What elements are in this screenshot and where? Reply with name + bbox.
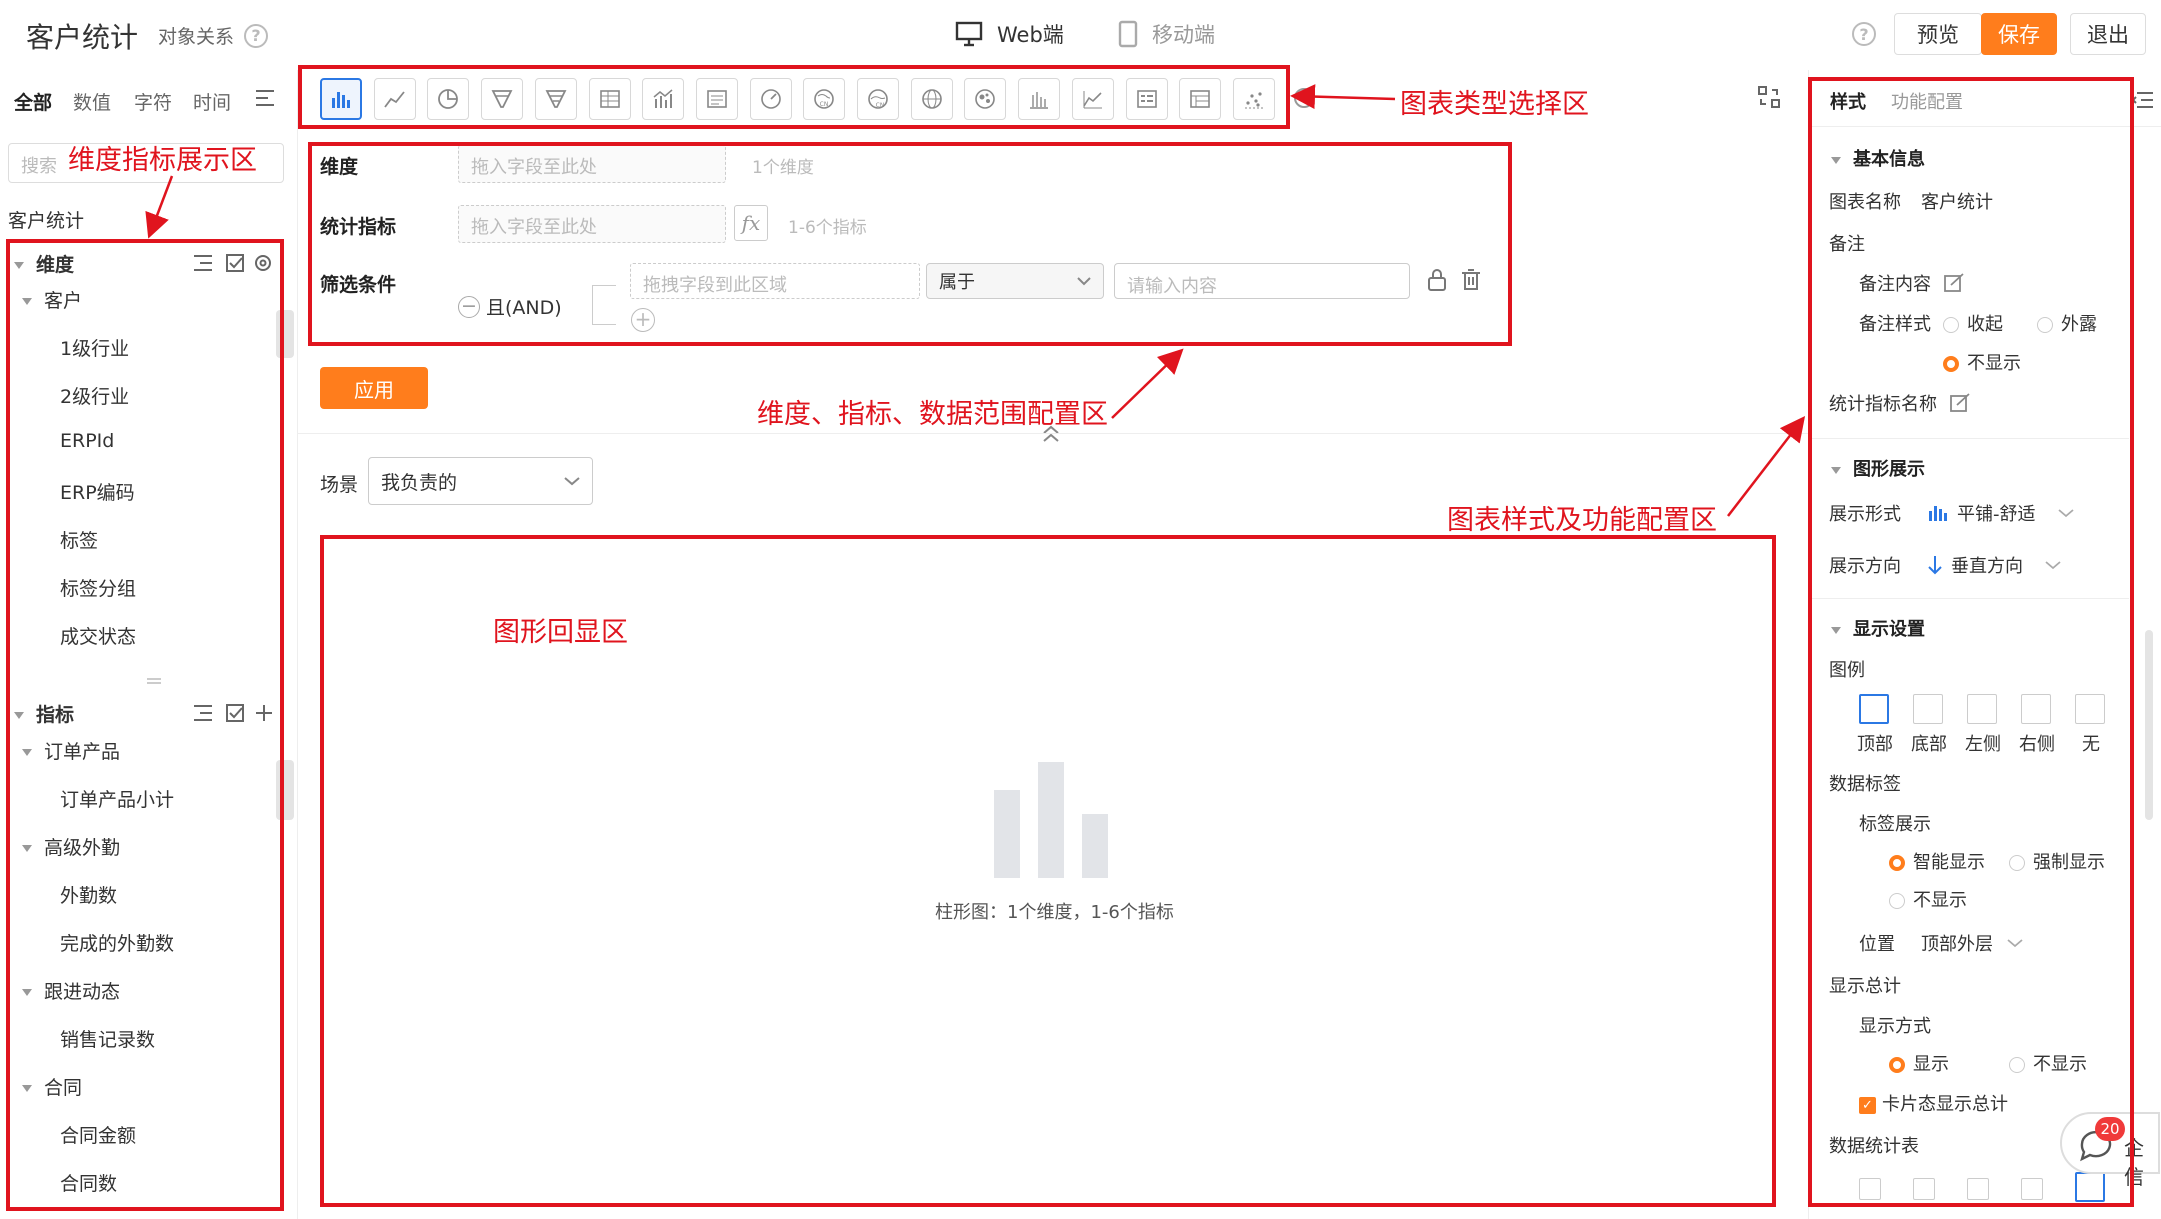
scene-select[interactable]: 我负责的 xyxy=(368,457,593,505)
exit-button[interactable]: 退出 xyxy=(2070,13,2146,55)
object-relation-link[interactable]: 对象关系 ? xyxy=(158,22,269,49)
annotation-chart-type: 图表类型选择区 xyxy=(1400,89,1589,120)
object-name: 客户统计 xyxy=(8,210,85,232)
top-bar: 客户统计 对象关系 ? Web端 移动端 ? 预览 保存 退出 xyxy=(0,0,2161,70)
annotation-box-fields xyxy=(6,239,284,1211)
divider xyxy=(298,433,1808,434)
annotation-display: 图形回显区 xyxy=(493,617,628,648)
chevron-down-icon xyxy=(564,477,580,486)
annotation-dim-metric: 维度指标展示区 xyxy=(68,145,257,176)
tab-string[interactable]: 字符 xyxy=(134,88,172,115)
annotation-style: 图表样式及功能配置区 xyxy=(1447,505,1717,536)
page-title: 客户统计 xyxy=(26,21,139,54)
tab-mobile[interactable]: 移动端 xyxy=(1118,19,1215,49)
annotation-box-chart-type xyxy=(298,65,1290,129)
help-icon[interactable]: ? xyxy=(244,23,269,48)
tab-web-label: Web端 xyxy=(997,23,1064,47)
preview-button[interactable]: 预览 xyxy=(1894,13,1982,55)
tab-number[interactable]: 数值 xyxy=(73,88,111,115)
apply-button[interactable]: 应用 xyxy=(320,367,428,409)
arrow-left-icon[interactable] xyxy=(1292,86,1320,110)
style-panel-scrollbar[interactable] xyxy=(2145,630,2153,820)
annotation-box-style xyxy=(1808,77,2134,1207)
collapse-panel-icon[interactable] xyxy=(2131,90,2155,110)
save-button[interactable]: 保存 xyxy=(1981,13,2057,55)
annotation-box-config xyxy=(308,142,1512,346)
annotation-config: 维度、指标、数据范围配置区 xyxy=(757,399,1108,430)
tab-web[interactable]: Web端 xyxy=(955,19,1064,49)
monitor-icon xyxy=(955,21,983,47)
scene-label: 场景 xyxy=(320,474,359,496)
help-icon[interactable]: ? xyxy=(1852,22,1876,46)
tab-all[interactable]: 全部 xyxy=(14,88,52,115)
tab-mobile-label: 移动端 xyxy=(1152,23,1215,47)
subtitle-text: 对象关系 xyxy=(158,26,235,48)
scene-value: 我负责的 xyxy=(381,471,458,494)
tab-time[interactable]: 时间 xyxy=(193,88,231,115)
swap-axis-icon[interactable] xyxy=(1756,84,1782,110)
mobile-icon xyxy=(1118,20,1138,48)
menu-icon[interactable] xyxy=(254,88,276,108)
